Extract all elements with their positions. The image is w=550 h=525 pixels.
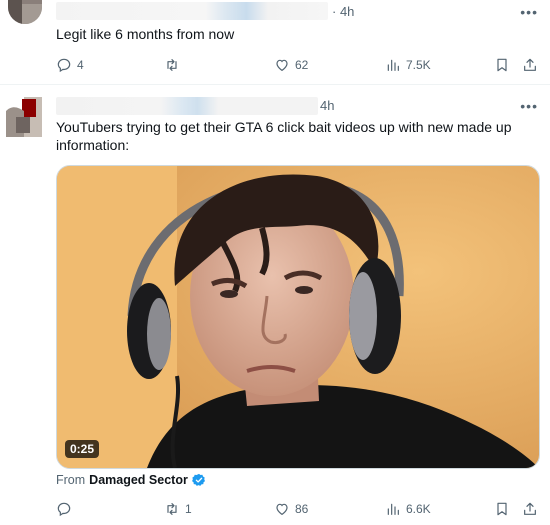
retweet-icon [167,503,177,515]
like-button[interactable]: 86 [274,499,308,519]
bookmark-button[interactable] [494,499,510,519]
views-button[interactable]: 7.5K [385,55,431,75]
share-button[interactable] [522,55,538,75]
tweet-text: YouTubers trying to get their GTA 6 clic… [56,119,512,153]
timestamp-value[interactable]: 4h [340,4,354,19]
heart-icon [276,59,288,72]
retweet-button[interactable] [164,55,185,75]
verified-badge-icon [191,473,205,486]
retweet-count: 1 [185,502,192,516]
video-source: From Damaged Sector [56,473,206,487]
views-chart-icon [387,503,399,515]
blurred-username[interactable] [56,2,328,20]
video-thumbnail [57,166,539,468]
from-label: From [56,473,86,487]
action-bar: 4 62 7.5K [0,55,550,75]
tweet-text: Legit like 6 months from now [56,26,235,42]
tweet[interactable]: 4h ••• YouTubers trying to get their GTA… [0,85,550,525]
video-duration: 0:25 [65,440,100,458]
retweet-icon [167,59,177,71]
bookmark-button[interactable] [494,55,510,75]
bookmark-icon [497,58,507,72]
timestamp[interactable]: · 4h [332,4,354,19]
blurred-username[interactable] [56,97,318,115]
video-player[interactable]: 0:25 [56,165,540,469]
avatar[interactable] [6,97,42,137]
source-link[interactable]: Damaged Sector [89,473,188,487]
reply-icon [57,502,71,517]
reply-button[interactable]: 4 [56,55,84,75]
reply-icon [57,58,71,73]
share-icon [524,502,536,515]
reply-button[interactable] [56,499,77,519]
tweet[interactable]: · 4h ••• Legit like 6 months from now 4 … [0,0,550,85]
views-count: 7.5K [406,58,431,72]
heart-icon [276,503,288,516]
timestamp[interactable]: 4h [320,98,334,113]
share-icon [524,58,536,71]
share-button[interactable] [522,499,538,519]
like-count: 62 [295,58,309,72]
views-chart-icon [387,59,399,71]
like-count: 86 [295,502,309,516]
retweet-button[interactable]: 1 [164,499,192,519]
views-count: 6.6K [406,502,431,516]
more-icon[interactable]: ••• [520,4,538,20]
like-button[interactable]: 62 [274,55,308,75]
action-bar: 1 86 6.6K [0,499,550,519]
avatar[interactable] [8,0,42,24]
reply-count: 4 [77,58,84,72]
views-button[interactable]: 6.6K [385,499,431,519]
bookmark-icon [497,502,507,516]
more-icon[interactable]: ••• [520,98,538,114]
